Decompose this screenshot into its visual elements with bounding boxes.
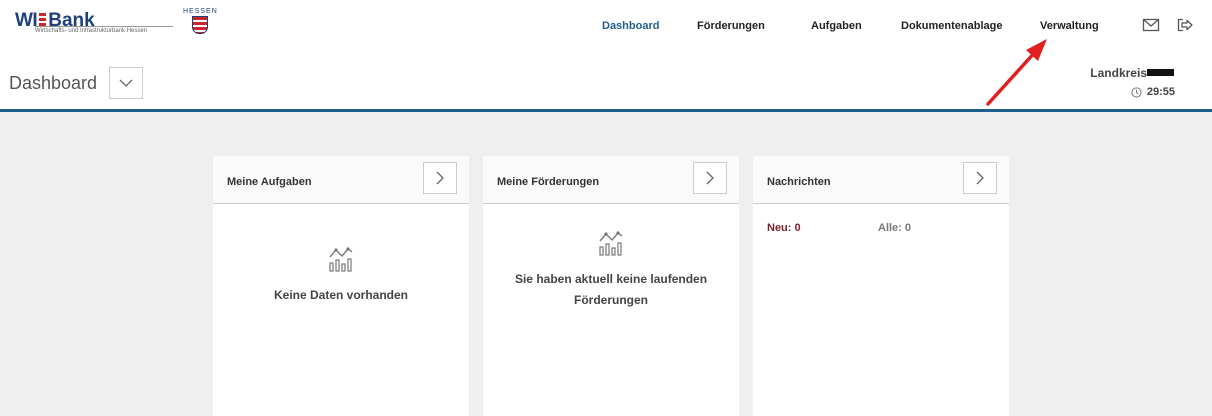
chart-empty-icon	[329, 247, 353, 272]
logo-wi-text: WI	[15, 10, 38, 31]
nav-dokumentenablage[interactable]: Dokumentenablage	[901, 20, 1002, 32]
chevron-right-icon	[436, 171, 444, 185]
nachrichten-open-button[interactable]	[963, 162, 997, 194]
empty-message-line1: Sie haben aktuell keine laufenden	[514, 272, 708, 286]
card-header: Nachrichten	[753, 156, 1009, 204]
page-dropdown-button[interactable]	[109, 67, 143, 99]
user-name: Landkreis	[1090, 66, 1147, 80]
card-title: Nachrichten	[767, 176, 831, 188]
card-meine-aufgaben: Meine Aufgaben Keine Daten vorhanden	[213, 156, 469, 416]
messages-all-count[interactable]: Alle: 0	[878, 222, 911, 234]
logo-subtitle: Wirtschafts- und Infrastrukturbank Hesse…	[35, 26, 173, 34]
card-header: Meine Förderungen	[483, 156, 739, 204]
foerderungen-open-button[interactable]	[693, 162, 727, 194]
aufgaben-open-button[interactable]	[423, 162, 457, 194]
user-label: Landkreis	[1090, 66, 1174, 80]
hessen-logo: HESSEN	[183, 8, 218, 34]
card-nachrichten: Nachrichten	[753, 156, 1009, 416]
nav-foerderungen[interactable]: Förderungen	[697, 20, 765, 32]
nav-dashboard[interactable]: Dashboard	[602, 20, 659, 32]
messages-new-count[interactable]: Neu: 0	[767, 222, 801, 234]
redacted-block	[1147, 69, 1174, 76]
chevron-right-icon	[706, 171, 714, 185]
empty-message: Keine Daten vorhanden	[273, 288, 409, 302]
top-header: WI Bank Wirtschafts- und Infrastrukturban…	[0, 0, 1212, 112]
card-meine-foerderungen: Meine Förderungen Sie haben aktuell kein…	[483, 156, 739, 416]
nav-aufgaben[interactable]: Aufgaben	[811, 20, 862, 32]
nav-verwaltung[interactable]: Verwaltung	[1040, 20, 1099, 32]
hessen-shield-icon	[192, 16, 209, 34]
session-timer: 29:55	[1131, 86, 1175, 98]
card-title: Meine Förderungen	[497, 176, 600, 188]
hessen-label: HESSEN	[183, 8, 218, 15]
clock-icon	[1131, 86, 1142, 98]
page-title: Dashboard	[9, 73, 98, 93]
logout-icon[interactable]	[1176, 17, 1194, 33]
card-title: Meine Aufgaben	[227, 176, 312, 188]
empty-message-line2: Förderungen	[574, 293, 648, 307]
chevron-right-icon	[976, 171, 984, 185]
empty-message: Sie haben aktuell keine laufenden Förder…	[483, 269, 739, 311]
timer-value: 29:55	[1146, 86, 1175, 98]
envelope-icon[interactable]	[1142, 17, 1160, 33]
card-header: Meine Aufgaben	[213, 156, 469, 204]
chevron-down-icon	[119, 79, 133, 87]
chart-empty-icon	[599, 231, 623, 256]
